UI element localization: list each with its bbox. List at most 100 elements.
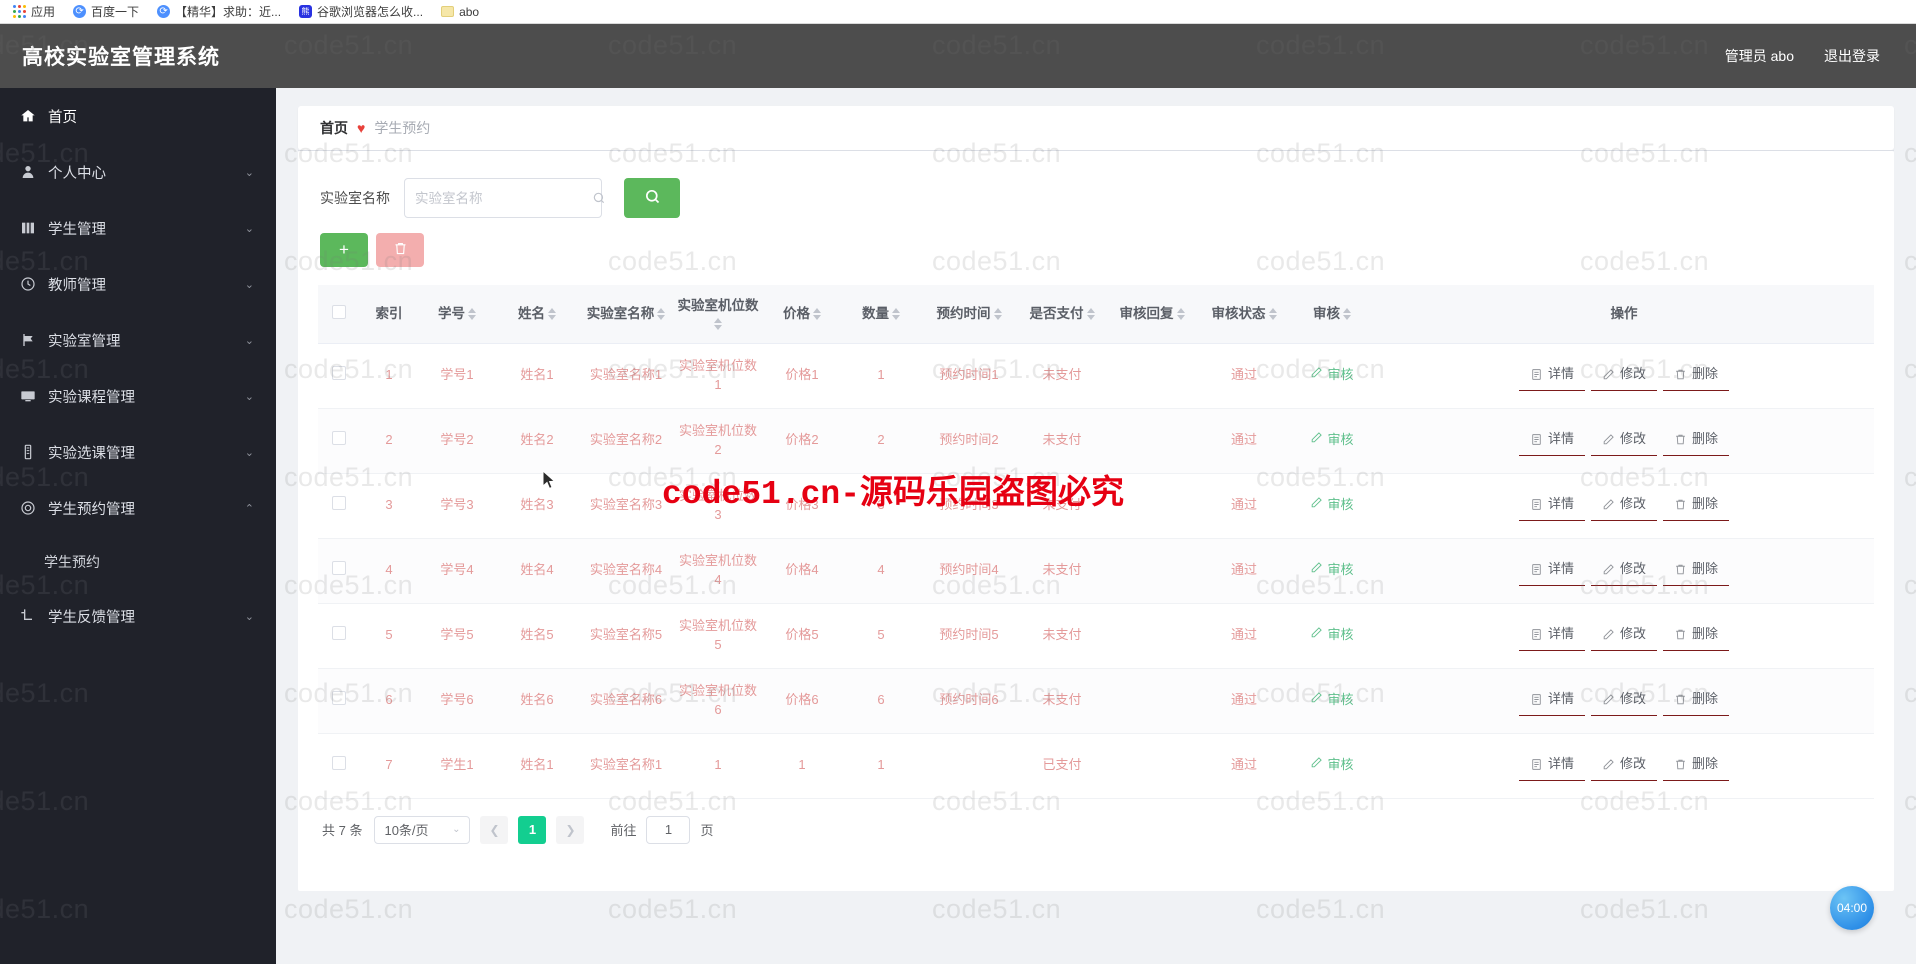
cell-audit[interactable]: 审核	[1290, 603, 1374, 669]
sort-icon[interactable]	[1343, 307, 1351, 320]
sidebar-item-personal-center[interactable]: 个人中心 ⌄	[0, 144, 276, 200]
op-delete-button[interactable]: 删除	[1663, 425, 1730, 457]
cell-row-checkbox[interactable]	[318, 603, 360, 669]
audit-link[interactable]: 审核	[1310, 431, 1354, 449]
table-row[interactable]: 7 学生1 姓名1 实验室名称1 1 1 1 已支付 通过 审核 详情 修改 删除	[318, 733, 1874, 799]
cell-row-checkbox[interactable]	[318, 408, 360, 474]
audit-link[interactable]: 审核	[1310, 691, 1354, 709]
sort-icon[interactable]	[892, 307, 900, 320]
batch-delete-button[interactable]	[376, 233, 424, 267]
th-name[interactable]: 姓名	[496, 285, 578, 344]
sidebar-item-lab-course-management[interactable]: 实验课程管理 ⌄	[0, 368, 276, 424]
op-edit-button[interactable]: 修改	[1590, 425, 1657, 457]
row-checkbox[interactable]	[332, 755, 346, 770]
sort-icon[interactable]	[468, 307, 476, 320]
bookmark-chrome-tip[interactable]: 谷歌浏览器怎么收...	[292, 1, 430, 22]
cell-row-checkbox[interactable]	[318, 538, 360, 604]
op-detail-button[interactable]: 详情	[1518, 620, 1585, 652]
cell-row-checkbox[interactable]	[318, 343, 360, 409]
sidebar-subitem-student-reservation[interactable]: 学生预约	[0, 536, 276, 588]
search-input-wrap[interactable]	[404, 178, 605, 218]
cell-audit[interactable]: 审核	[1290, 668, 1374, 734]
row-checkbox[interactable]	[332, 690, 346, 705]
th-audit-reply[interactable]: 审核回复	[1106, 285, 1198, 344]
cell-audit[interactable]: 审核	[1290, 733, 1374, 799]
cell-row-checkbox[interactable]	[318, 668, 360, 734]
sort-icon[interactable]	[714, 318, 722, 331]
op-delete-button[interactable]: 删除	[1663, 555, 1730, 587]
th-student-no[interactable]: 学号	[418, 285, 496, 344]
cell-row-checkbox[interactable]	[318, 733, 360, 799]
table-row[interactable]: 6 学号6 姓名6 实验室名称6 实验室机位数6 价格6 6 预约时间6 未支付 通过 审核 详情 修改…	[318, 668, 1874, 734]
sort-icon[interactable]	[1086, 307, 1095, 320]
audit-link[interactable]: 审核	[1310, 756, 1354, 774]
th-reserve-time[interactable]: 预约时间	[920, 285, 1018, 344]
sort-icon[interactable]	[813, 307, 821, 320]
search-button[interactable]	[624, 178, 680, 218]
pagination-jump-input[interactable]	[646, 815, 691, 844]
th-seats[interactable]: 实验室机位数	[674, 285, 762, 344]
op-edit-button[interactable]: 修改	[1590, 360, 1657, 392]
sort-icon[interactable]	[993, 307, 1002, 320]
bookmark-jinghua[interactable]: 【精华】求助：近...	[150, 1, 288, 22]
cell-audit[interactable]: 审核	[1290, 408, 1374, 474]
sidebar-item-lab-management[interactable]: 实验室管理 ⌄	[0, 312, 276, 368]
op-edit-button[interactable]: 修改	[1590, 750, 1657, 782]
op-detail-button[interactable]: 详情	[1518, 425, 1585, 457]
table-row[interactable]: 5 学号5 姓名5 实验室名称5 实验室机位数5 价格5 5 预约时间5 未支付 通过 审核 详情 修改…	[318, 603, 1874, 669]
audit-link[interactable]: 审核	[1310, 496, 1354, 514]
op-delete-button[interactable]: 删除	[1663, 360, 1730, 392]
pagination-next-button[interactable]: ❯	[556, 815, 585, 844]
op-edit-button[interactable]: 修改	[1590, 490, 1657, 522]
op-delete-button[interactable]: 删除	[1663, 750, 1730, 782]
countdown-timer-badge[interactable]: 04:00	[1830, 886, 1874, 930]
op-delete-button[interactable]: 删除	[1663, 620, 1730, 652]
table-row[interactable]: 2 学号2 姓名2 实验室名称2 实验室机位数2 价格2 2 预约时间2 未支付 通过 审核 详情 修改…	[318, 408, 1874, 474]
cell-audit[interactable]: 审核	[1290, 473, 1374, 539]
th-audit[interactable]: 审核	[1290, 285, 1374, 344]
th-audit-state[interactable]: 审核状态	[1198, 285, 1290, 344]
op-detail-button[interactable]: 详情	[1518, 750, 1585, 782]
audit-link[interactable]: 审核	[1310, 366, 1354, 384]
sort-icon[interactable]	[548, 307, 556, 320]
sidebar-item-lab-course-selection[interactable]: 实验选课管理 ⌄	[0, 424, 276, 480]
audit-link[interactable]: 审核	[1310, 561, 1354, 579]
th-price[interactable]: 价格	[762, 285, 842, 344]
bookmark-folder-abo[interactable]: abo	[434, 3, 486, 21]
sidebar-item-student-feedback-management[interactable]: 学生反馈管理 ⌄	[0, 588, 276, 644]
row-checkbox[interactable]	[332, 625, 346, 640]
op-edit-button[interactable]: 修改	[1590, 620, 1657, 652]
op-detail-button[interactable]: 详情	[1518, 360, 1585, 392]
audit-link[interactable]: 审核	[1310, 626, 1354, 644]
op-edit-button[interactable]: 修改	[1590, 555, 1657, 587]
op-detail-button[interactable]: 详情	[1518, 685, 1585, 717]
sidebar-item-student-management[interactable]: 学生管理 ⌄	[0, 200, 276, 256]
page-size-select[interactable]: 10条/页 ⌄	[374, 815, 471, 844]
op-delete-button[interactable]: 删除	[1663, 490, 1730, 522]
row-checkbox[interactable]	[332, 365, 346, 380]
table-row[interactable]: 4 学号4 姓名4 实验室名称4 实验室机位数4 价格4 4 预约时间4 未支付 通过 审核 详情 修改…	[318, 538, 1874, 604]
bookmark-baidu[interactable]: 百度一下	[66, 1, 146, 22]
add-button[interactable]: +	[320, 233, 368, 267]
bookmark-apps[interactable]: 应用	[6, 1, 62, 22]
sidebar-item-teacher-management[interactable]: 教师管理 ⌄	[0, 256, 276, 312]
cell-row-checkbox[interactable]	[318, 473, 360, 539]
pagination-prev-button[interactable]: ❮	[480, 815, 509, 844]
sort-icon[interactable]	[1176, 307, 1185, 320]
row-checkbox[interactable]	[332, 495, 346, 510]
select-all-checkbox[interactable]	[332, 305, 346, 320]
breadcrumb-home[interactable]: 首页	[320, 118, 348, 138]
logout-button[interactable]: 退出登录	[1824, 46, 1880, 66]
sidebar-item-home[interactable]: 首页	[0, 88, 276, 144]
op-delete-button[interactable]: 删除	[1663, 685, 1730, 717]
row-checkbox[interactable]	[332, 430, 346, 445]
table-row[interactable]: 1 学号1 姓名1 实验室名称1 实验室机位数1 价格1 1 预约时间1 未支付 通过 审核 详情 修改…	[318, 343, 1874, 409]
cell-audit[interactable]: 审核	[1290, 538, 1374, 604]
pagination-page-1[interactable]: 1	[518, 815, 547, 844]
op-edit-button[interactable]: 修改	[1590, 685, 1657, 717]
sort-icon[interactable]	[657, 307, 666, 320]
op-detail-button[interactable]: 详情	[1518, 555, 1585, 587]
row-checkbox[interactable]	[332, 560, 346, 575]
cell-audit[interactable]: 审核	[1290, 343, 1374, 409]
th-index[interactable]: 索引	[360, 285, 418, 344]
